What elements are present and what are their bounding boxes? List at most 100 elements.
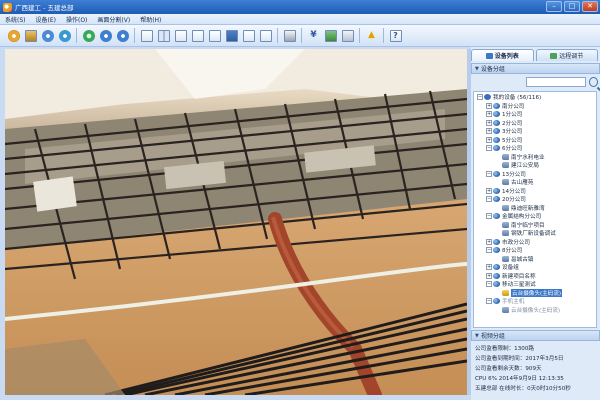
close-button[interactable]: ✕ [582, 1, 598, 12]
split-6-icon[interactable] [173, 28, 188, 43]
multi-camera-icon[interactable] [23, 28, 38, 43]
currency-icon[interactable]: ¥ [306, 28, 321, 43]
expand-toggle-icon[interactable]: + [486, 136, 492, 143]
expand-toggle-icon[interactable]: − [486, 170, 492, 177]
camera-icon [502, 230, 509, 237]
tree-device-item[interactable]: 南宁水利电业 [474, 153, 596, 162]
expand-toggle-icon[interactable]: − [486, 298, 492, 305]
maximize-button[interactable]: □ [564, 1, 580, 12]
expand-toggle-icon[interactable]: − [477, 94, 483, 101]
fullscreen-icon[interactable] [241, 28, 256, 43]
split-1-icon[interactable] [139, 28, 154, 43]
play-icon[interactable] [57, 28, 72, 43]
expand-toggle-icon[interactable]: − [486, 145, 492, 152]
tree-group-item[interactable]: − 手机主机 [474, 297, 596, 306]
folder-icon [493, 187, 500, 194]
tree-group-item[interactable]: − 8分公司 [474, 246, 596, 255]
tree-group-item[interactable]: − 6分公司 [474, 144, 596, 153]
refresh-icon[interactable] [81, 28, 96, 43]
info-line: 五建总部 在线时长：0天0时10分50秒 [475, 386, 571, 392]
device-group-header[interactable]: ▼ 设备分组 [471, 63, 600, 74]
tree-group-item[interactable]: − 移动三星测试 [474, 280, 596, 289]
split-16-icon[interactable] [224, 28, 239, 43]
video-view[interactable] [5, 49, 467, 395]
expand-toggle-icon[interactable]: + [486, 187, 492, 194]
tree-device-item[interactable]: 鼎迪旺新雅湾 [474, 204, 596, 213]
tree-device-item[interactable]: 邕城古镇 [474, 255, 596, 264]
expand-toggle-icon[interactable]: − [486, 247, 492, 254]
search-icon[interactable] [589, 77, 598, 87]
tree-device-item[interactable]: 建江公安局 [474, 161, 596, 170]
expand-toggle-icon[interactable]: + [486, 272, 492, 279]
menu-device[interactable]: 设备(E) [31, 15, 61, 24]
camera-icon[interactable] [6, 28, 21, 43]
tree-group-item[interactable]: − 20分公司 [474, 195, 596, 204]
tree-group-item[interactable]: + 南分公司 [474, 102, 596, 111]
tree-group-item[interactable]: +2分公司 [474, 119, 596, 128]
forward-icon[interactable] [115, 28, 130, 43]
expand-toggle-icon[interactable]: + [486, 128, 492, 135]
remote-control-icon [550, 52, 558, 59]
tree-group-item[interactable]: + 市政分公司 [474, 238, 596, 247]
print-icon[interactable] [282, 28, 297, 43]
expand-toggle-icon[interactable]: − [486, 281, 492, 288]
window-title: 广西建工 - 五建总部 [15, 4, 74, 12]
menu-help[interactable]: 帮助(H) [135, 15, 166, 24]
tree-device-item[interactable]: 钢铁厂新设备调试 [474, 229, 596, 238]
tab-device-list[interactable]: 设备列表 [471, 49, 534, 61]
tree-group-item[interactable]: +5分公司 [474, 136, 596, 145]
video-group-bar: ▼ 视频分组 [471, 330, 600, 341]
tree-item-label: 1分公司 [502, 112, 523, 119]
export-icon[interactable] [323, 28, 338, 43]
tree-group-item[interactable]: − 金属结构分公司 [474, 212, 596, 221]
expand-toggle-icon[interactable]: + [486, 264, 492, 271]
tree-item-label: 5分公司 [502, 137, 523, 144]
record-icon[interactable] [40, 28, 55, 43]
tree-device-item[interactable]: 古山雁苑 [474, 178, 596, 187]
tree-item-label: 8分公司 [502, 248, 523, 255]
expand-toggle-icon[interactable]: + [486, 102, 492, 109]
tree-device-item[interactable]: 南宁临宁项目 [474, 221, 596, 230]
back-icon[interactable] [98, 28, 113, 43]
tab-remote-control[interactable]: 远程调节 [535, 49, 598, 61]
device-tree: − 我的设备 (56/116) + 南分公司 +1分公司 +2分公司 +3分公司 +5分公司 −… [473, 91, 597, 328]
toolbar-divider [359, 28, 360, 43]
split-8-icon[interactable] [190, 28, 205, 43]
menu-operation[interactable]: 操作(O) [61, 15, 92, 24]
tree-group-item[interactable]: +1分公司 [474, 110, 596, 119]
expand-toggle-icon[interactable]: + [486, 119, 492, 126]
download-icon[interactable] [340, 28, 355, 43]
warning-icon[interactable]: ▲ [364, 28, 379, 43]
menu-system[interactable]: 系统(S) [0, 15, 31, 24]
info-line: 公司监看到期时间：2017年3月5日 [475, 356, 564, 362]
expand-toggle-icon[interactable]: − [486, 213, 492, 220]
folder-icon [493, 111, 500, 118]
tab-remote-control-label: 远程调节 [559, 53, 584, 60]
tree-group-item[interactable]: − 13分公司 [474, 170, 596, 179]
snapshot-icon[interactable] [258, 28, 273, 43]
tree-item-label: 南分公司 [502, 103, 525, 110]
camera-icon [502, 255, 509, 262]
expand-toggle-icon[interactable]: + [486, 111, 492, 118]
folder-icon [493, 128, 500, 135]
minimize-button[interactable]: – [546, 1, 562, 12]
tree-item-label: 移动三星测试 [502, 282, 536, 289]
tree-group-item[interactable]: + 设备组 [474, 263, 596, 272]
search-input[interactable] [526, 77, 587, 87]
tree-group-item[interactable]: +3分公司 [474, 127, 596, 136]
tree-device-item[interactable]: 云台摄像头(主码流) [474, 306, 596, 315]
tree-item-label: 20分公司 [502, 197, 526, 204]
tree-device-item[interactable]: 云台摄像头(主码流) [474, 288, 596, 298]
tree-group-item[interactable]: +14分公司 [474, 187, 596, 196]
split-4-icon[interactable] [156, 28, 171, 43]
tree-root-item[interactable]: − 我的设备 (56/116) [474, 93, 596, 102]
split-9-icon[interactable] [207, 28, 222, 43]
status-info: 公司监看限制：1300路 公司监看到期时间：2017年3月5日 公司监看剩余天数… [475, 343, 598, 393]
folder-icon [484, 94, 491, 101]
tree-group-item[interactable]: + 新建项目名称 [474, 272, 596, 281]
menu-screen-split[interactable]: 画面分割(V) [92, 15, 135, 24]
expand-toggle-icon[interactable]: − [486, 196, 492, 203]
video-group-header[interactable]: ▼ 视频分组 [471, 330, 600, 341]
help-icon[interactable]: ? [388, 28, 403, 43]
expand-toggle-icon[interactable]: + [486, 238, 492, 245]
